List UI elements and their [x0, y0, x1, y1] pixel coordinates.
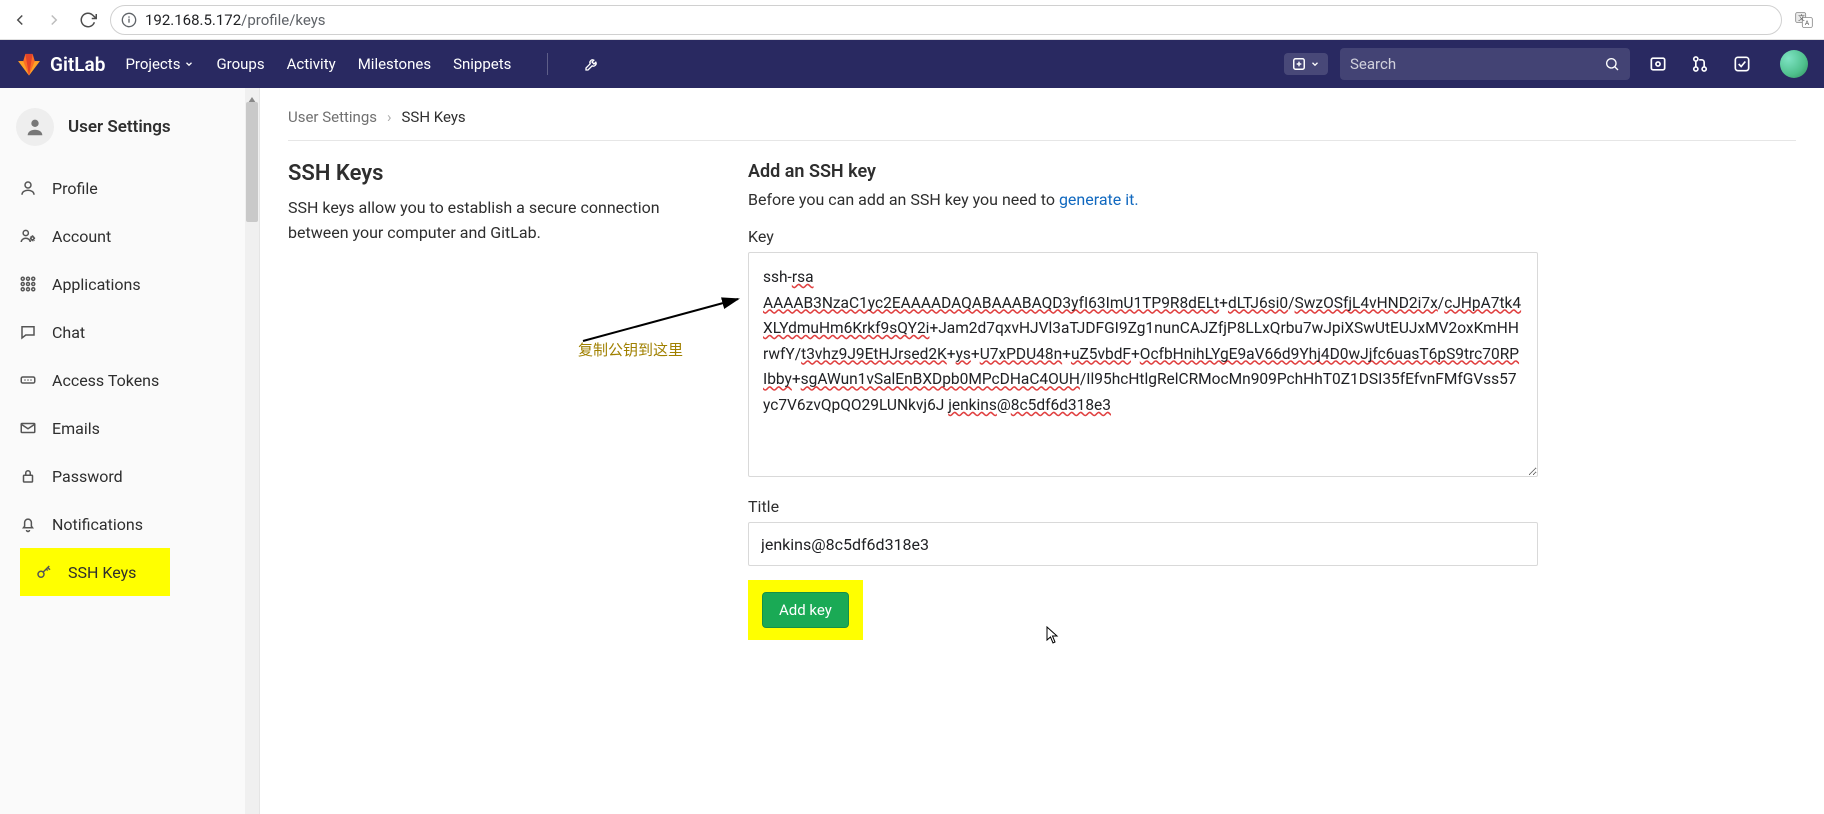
sidebar-item-label: Notifications: [52, 515, 143, 534]
main-content: User Settings › SSH Keys SSH Keys SSH ke…: [260, 88, 1824, 814]
nav-snippets-label: Snippets: [453, 55, 511, 73]
sidebar-item-password[interactable]: Password: [0, 452, 259, 500]
nav-milestones[interactable]: Milestones: [358, 55, 431, 73]
annotation-text: 复制公钥到这里: [578, 339, 683, 360]
gitlab-logo[interactable]: GitLab: [16, 51, 105, 77]
sidebar-item-chat[interactable]: Chat: [0, 308, 259, 356]
sidebar-item-label: Access Tokens: [52, 371, 159, 390]
nav-projects-label: Projects: [125, 55, 180, 73]
sidebar-item-label: Emails: [52, 419, 100, 438]
gear-icon: [18, 226, 38, 246]
nav-divider: [547, 53, 548, 75]
key-icon: [34, 562, 54, 582]
generate-link[interactable]: generate it.: [1059, 190, 1139, 209]
url-host: 192.168.5.172: [145, 11, 241, 29]
browser-toolbar: 192.168.5.172/profile/keys 文A: [0, 0, 1824, 40]
chevron-down-icon: [184, 59, 194, 69]
plus-icon: [1292, 57, 1306, 71]
sidebar-item-label: SSH Keys: [68, 563, 136, 582]
section-description: SSH Keys SSH keys allow you to establish…: [288, 161, 688, 640]
breadcrumb-separator: ›: [387, 108, 392, 126]
token-icon: [18, 370, 38, 390]
new-dropdown[interactable]: [1284, 53, 1328, 75]
address-bar[interactable]: 192.168.5.172/profile/keys: [110, 5, 1782, 35]
sidebar-item-applications[interactable]: Applications: [0, 260, 259, 308]
section-title: SSH Keys: [288, 161, 688, 186]
wrench-icon: [584, 56, 600, 72]
browser-forward-button[interactable]: [42, 8, 66, 32]
lock-icon: [18, 466, 38, 486]
bell-icon: [18, 514, 38, 534]
search-icon: [1604, 56, 1620, 72]
nav-projects[interactable]: Projects: [125, 55, 194, 73]
scroll-up-icon[interactable]: [247, 90, 257, 100]
sidebar-item-access-tokens[interactable]: Access Tokens: [0, 356, 259, 404]
title-label: Title: [748, 497, 1538, 516]
sidebar-item-emails[interactable]: Emails: [0, 404, 259, 452]
sidebar-item-account[interactable]: Account: [0, 212, 259, 260]
sidebar-scrollbar-track[interactable]: [245, 88, 259, 814]
gitlab-logo-icon: [16, 51, 42, 77]
key-textarea[interactable]: ssh-rsaAAAAB3NzaC1yc2EAAAADAQABAAABAQD3y…: [748, 252, 1538, 477]
nav-groups-label: Groups: [216, 55, 264, 73]
svg-text:A: A: [1805, 19, 1810, 27]
nav-groups[interactable]: Groups: [216, 55, 264, 73]
sidebar-item-profile[interactable]: Profile: [0, 164, 259, 212]
add-key-highlight: Add key: [748, 580, 863, 640]
nav-milestones-label: Milestones: [358, 55, 431, 73]
chat-icon: [18, 322, 38, 342]
gitlab-logo-text: GitLab: [50, 53, 105, 76]
url-path: /profile/keys: [241, 11, 325, 29]
breadcrumb: User Settings › SSH Keys: [288, 108, 1796, 141]
sidebar-item-label: Applications: [52, 275, 141, 294]
sidebar-header: User Settings: [0, 88, 259, 164]
applications-icon: [18, 274, 38, 294]
title-input[interactable]: [748, 522, 1538, 566]
browser-back-button[interactable]: [8, 8, 32, 32]
sidebar-scrollbar-thumb[interactable]: [246, 102, 258, 222]
todos-icon[interactable]: [1732, 54, 1752, 74]
user-avatar[interactable]: [1780, 50, 1808, 78]
add-key-button[interactable]: Add key: [762, 592, 849, 628]
site-info-icon: [121, 12, 137, 28]
form-desc: Before you can add an SSH key you need t…: [748, 190, 1538, 209]
navbar-search-input[interactable]: [1350, 55, 1604, 73]
mail-icon: [18, 418, 38, 438]
form-desc-text: Before you can add an SSH key you need t…: [748, 190, 1059, 209]
nav-admin-wrench[interactable]: [584, 56, 600, 72]
sidebar-item-label: Chat: [52, 323, 85, 342]
nav-activity-label: Activity: [287, 55, 336, 73]
sidebar-item-notifications[interactable]: Notifications: [0, 500, 259, 548]
sidebar-item-label: Account: [52, 227, 111, 246]
breadcrumb-root[interactable]: User Settings: [288, 108, 377, 126]
profile-icon: [18, 178, 38, 198]
navbar-search[interactable]: [1340, 48, 1630, 80]
avatar-icon: [16, 108, 54, 146]
add-key-form: 复制公钥到这里 Add an SSH key Before you can ad…: [748, 161, 1538, 640]
chevron-down-icon: [1310, 59, 1320, 69]
gitlab-navbar: GitLab Projects Groups Activity Mileston…: [0, 40, 1824, 88]
section-desc: SSH keys allow you to establish a secure…: [288, 196, 688, 246]
merge-requests-icon[interactable]: [1690, 54, 1710, 74]
issues-icon[interactable]: [1648, 54, 1668, 74]
translate-extension-icon[interactable]: 文A: [1792, 8, 1816, 32]
mouse-cursor-icon: [1046, 626, 1060, 644]
sidebar-item-label: Password: [52, 467, 123, 486]
nav-snippets[interactable]: Snippets: [453, 55, 511, 73]
key-label: Key: [748, 227, 1538, 246]
browser-reload-button[interactable]: [76, 8, 100, 32]
breadcrumb-current: SSH Keys: [402, 108, 466, 126]
settings-sidebar: User Settings Profile Account Applicatio…: [0, 88, 260, 814]
sidebar-item-label: Profile: [52, 179, 98, 198]
sidebar-title: User Settings: [68, 117, 171, 137]
nav-activity[interactable]: Activity: [287, 55, 336, 73]
sidebar-item-ssh-keys[interactable]: SSH Keys: [20, 548, 259, 596]
form-title: Add an SSH key: [748, 161, 1538, 182]
